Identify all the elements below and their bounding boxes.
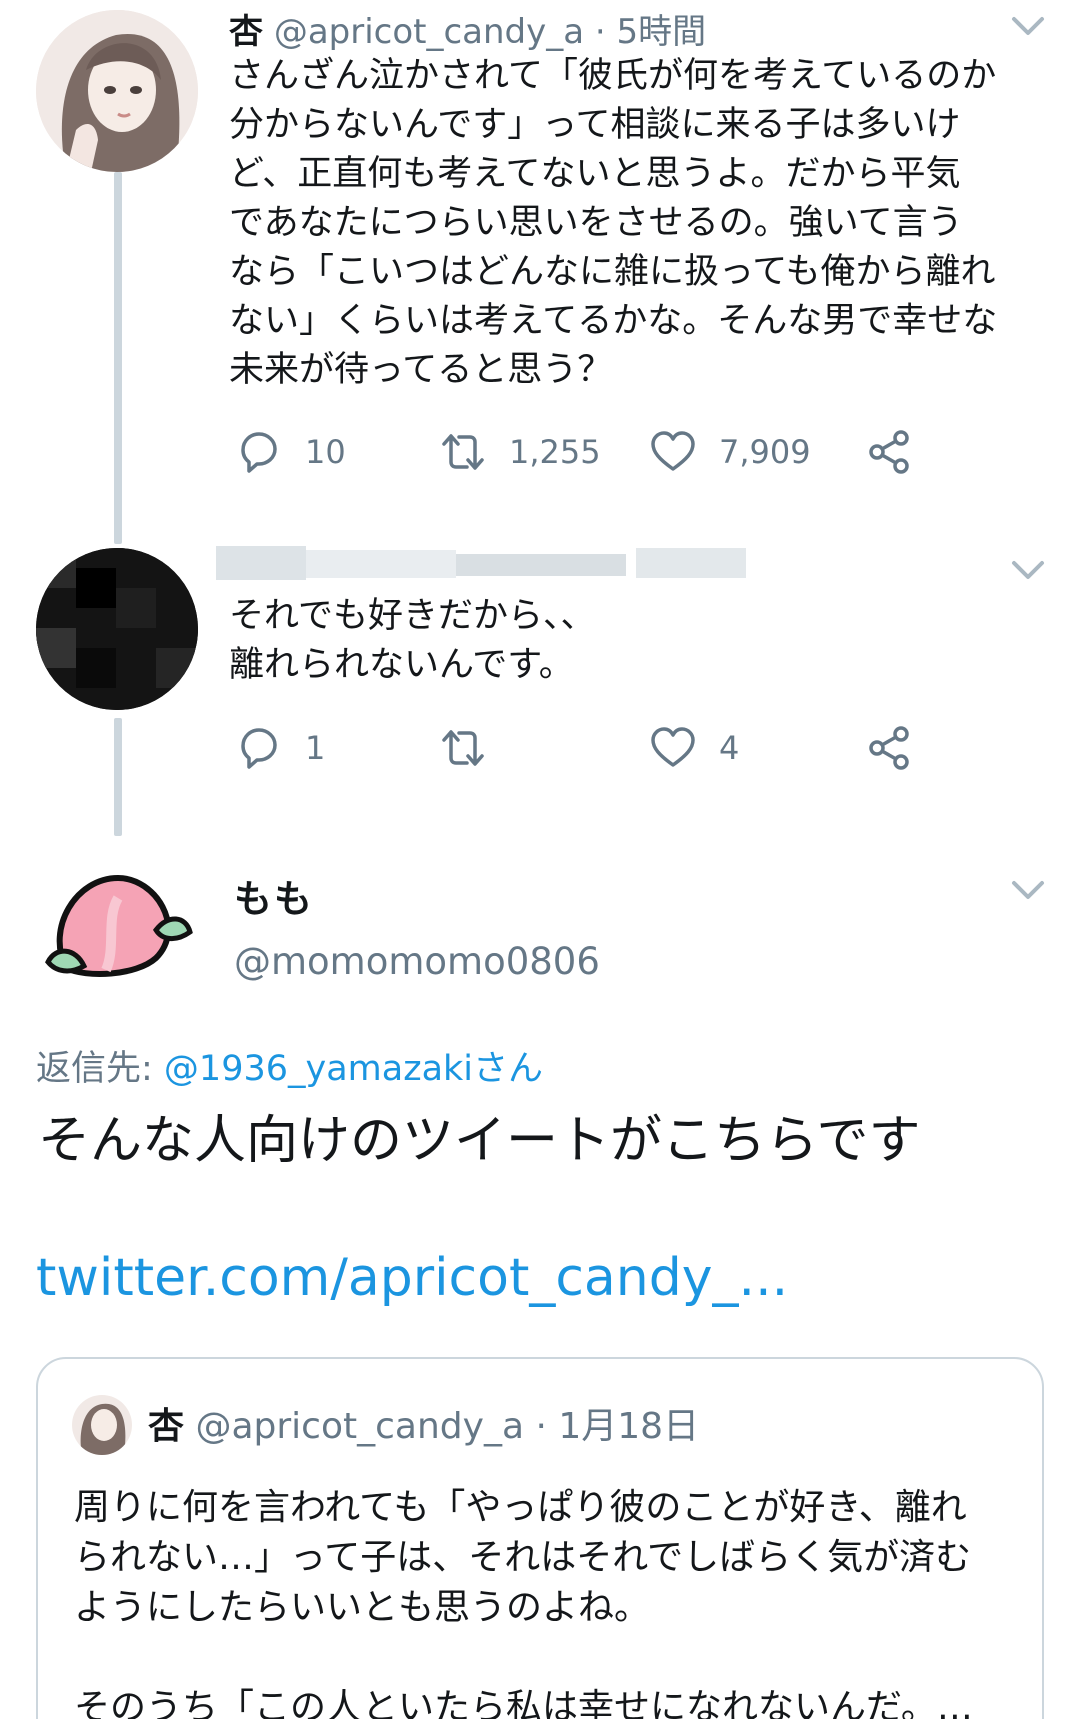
share-icon — [869, 430, 909, 474]
action-bar: 10 1,255 7,909 — [229, 424, 929, 480]
avatar-illustration — [72, 1395, 132, 1455]
tweet-link[interactable]: twitter.com/apricot_candy_... — [36, 1248, 788, 1308]
peach-avatar — [45, 874, 193, 977]
reply-count: 10 — [305, 433, 346, 471]
share-icon — [869, 726, 909, 770]
retweet-count: 1,255 — [509, 433, 601, 471]
display-name[interactable]: 杏 — [229, 12, 263, 52]
chevron-down-icon[interactable] — [1010, 558, 1046, 582]
retweet-button[interactable] — [439, 720, 487, 776]
quoted-tweet-text: 周りに何を言われても「やっぱり彼のことが好き、離れ られない…」って子は、それは… — [74, 1487, 973, 1719]
tweet-header: 杏 @apricot_candy_a · 5時間 — [229, 4, 706, 53]
like-count: 4 — [719, 729, 740, 767]
reply-icon — [241, 728, 277, 769]
quoted-tweet-header: 杏 @apricot_candy_a · 1月18日 — [148, 1397, 699, 1449]
display-name[interactable]: もも — [234, 868, 314, 923]
reply-button[interactable]: 1 — [235, 720, 325, 776]
pixelated-avatar — [36, 548, 198, 710]
thread-line — [114, 172, 122, 544]
share-button[interactable] — [865, 424, 913, 480]
obscured-user-header — [216, 540, 746, 586]
timestamp[interactable]: · 5時間 — [595, 12, 706, 52]
thread-line — [114, 718, 122, 836]
like-count: 7,909 — [719, 433, 811, 471]
avatar-illustration — [36, 10, 198, 172]
handle[interactable]: @apricot_candy_a — [274, 12, 584, 52]
tweet-text: そんな人向けのツイートがこちらです — [38, 1111, 921, 1171]
chevron-down-icon[interactable] — [1010, 14, 1046, 38]
like-button[interactable]: 7,909 — [649, 424, 811, 480]
quoted-tweet-card[interactable]: 杏 @apricot_candy_a · 1月18日 周りに何を言われても「やっ… — [36, 1357, 1044, 1719]
share-button[interactable] — [865, 720, 913, 776]
retweet-button[interactable]: 1,255 — [439, 424, 601, 480]
chevron-down-icon[interactable] — [1010, 878, 1046, 902]
retweet-icon — [442, 434, 484, 470]
display-name: 杏 — [148, 1406, 185, 1447]
retweet-icon — [442, 730, 484, 766]
like-icon — [651, 431, 695, 471]
reply-to-link[interactable]: @1936_yamazakiさん — [164, 1049, 543, 1089]
handle[interactable]: @momomomo0806 — [234, 940, 600, 983]
like-button[interactable]: 4 — [649, 720, 739, 776]
avatar[interactable] — [36, 548, 198, 710]
reply-button[interactable]: 10 — [235, 424, 346, 480]
action-bar: 1 4 — [229, 720, 929, 776]
avatar — [72, 1395, 132, 1455]
tweet-thread-screen: 杏 @apricot_candy_a · 5時間 さんざん泣かされて「彼氏が何を… — [0, 0, 1080, 1719]
handle: @apricot_candy_a — [195, 1406, 525, 1447]
timestamp: · 1月18日 — [535, 1406, 700, 1447]
reply-count: 1 — [305, 729, 326, 767]
reply-prefix: 返信先: — [36, 1049, 164, 1089]
avatar[interactable] — [36, 858, 198, 980]
tweet-text: それでも好きだから、、 離れられないんです。 — [229, 596, 596, 685]
reply-context: 返信先: @1936_yamazakiさん — [36, 1040, 543, 1091]
tweet-text: さんざん泣かされて「彼氏が何を考えているのか 分からないんです」って相談に来る子… — [229, 56, 998, 390]
reply-icon — [241, 432, 277, 473]
avatar[interactable] — [36, 10, 198, 172]
like-icon — [651, 727, 695, 767]
